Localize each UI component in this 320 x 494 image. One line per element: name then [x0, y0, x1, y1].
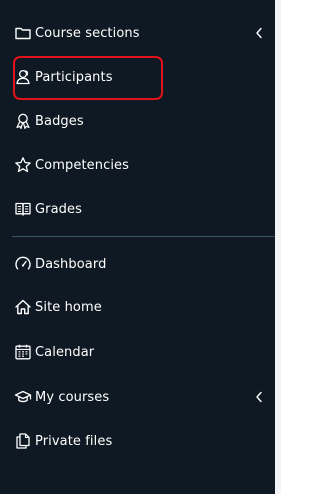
nav-item-site-home[interactable]: Site home	[14, 292, 102, 322]
calendar-icon	[14, 343, 32, 361]
nav-item-label: Grades	[35, 201, 83, 217]
nav-item-badges[interactable]: Badges	[14, 106, 84, 136]
folder-icon	[14, 24, 32, 42]
nav-item-label: Badges	[35, 113, 84, 129]
nav-item-competencies[interactable]: Competencies	[14, 150, 129, 180]
course-navigation-drawer: Course sections Participants Badges Comp…	[0, 0, 281, 494]
nav-item-label: Dashboard	[35, 256, 107, 272]
nav-item-grades[interactable]: Grades	[14, 194, 82, 224]
home-icon	[14, 298, 32, 316]
chevron-left-icon[interactable]	[254, 389, 264, 405]
star-icon	[14, 156, 32, 174]
graduation-cap-icon	[14, 388, 32, 406]
dashboard-gauge-icon	[14, 255, 32, 273]
nav-item-dashboard[interactable]: Dashboard	[14, 249, 106, 279]
nav-item-label: Calendar	[35, 344, 95, 360]
nav-item-course-sections[interactable]: Course sections	[14, 18, 140, 48]
nav-item-calendar[interactable]: Calendar	[14, 337, 94, 367]
nav-item-label: Course sections	[35, 25, 140, 41]
files-icon	[14, 432, 32, 450]
nav-item-label: Competencies	[35, 157, 130, 173]
chevron-left-icon[interactable]	[254, 25, 264, 41]
nav-item-my-courses[interactable]: My courses	[14, 382, 109, 412]
nav-item-label: My courses	[35, 389, 110, 405]
section-divider	[12, 236, 278, 237]
badges-icon	[14, 112, 32, 130]
drawer-edge	[275, 0, 281, 494]
nav-item-label: Site home	[35, 299, 102, 315]
nav-item-private-files[interactable]: Private files	[14, 426, 112, 456]
participants-highlight-box	[13, 56, 163, 100]
nav-item-label: Private files	[35, 433, 113, 449]
gradebook-icon	[14, 200, 32, 218]
